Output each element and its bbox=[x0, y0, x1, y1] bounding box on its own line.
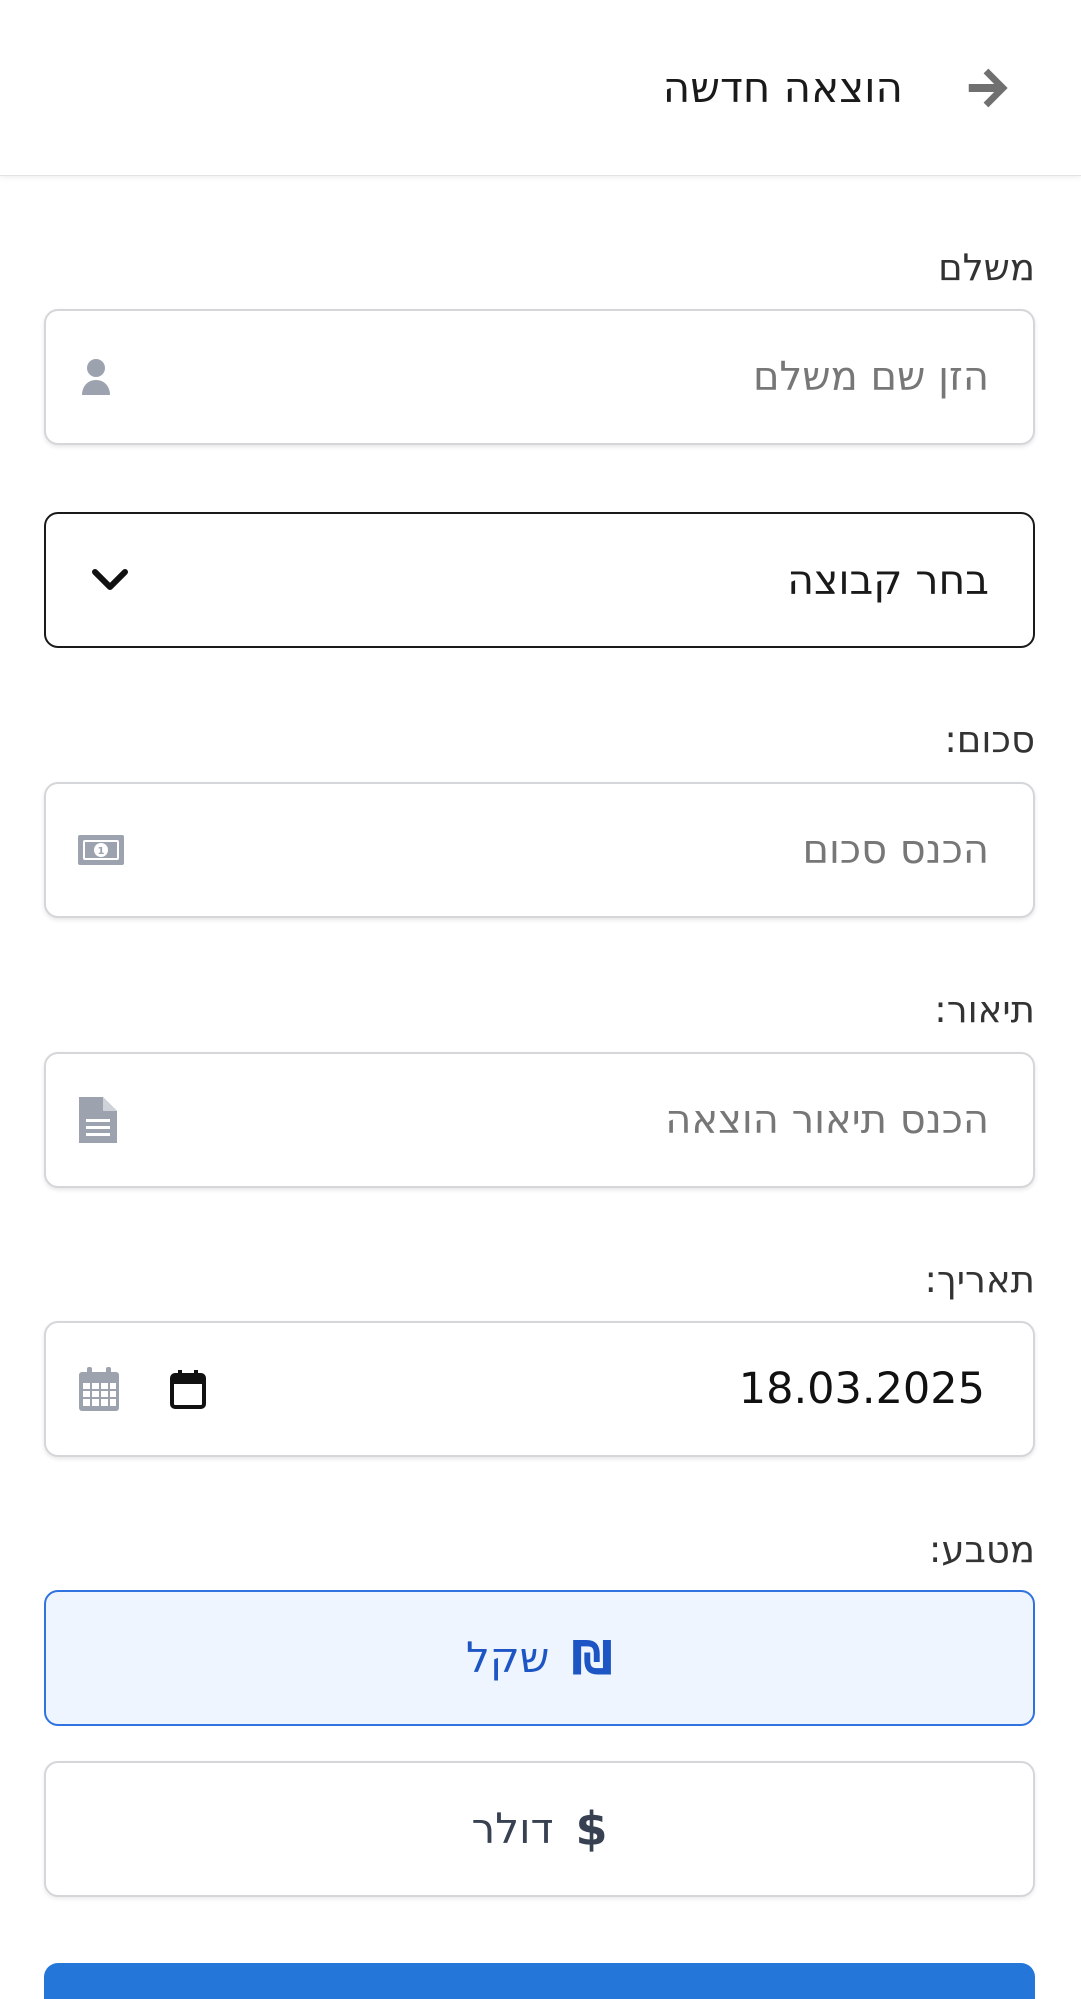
description-field[interactable] bbox=[44, 1052, 1035, 1188]
group-select-value: בחר קבוצה bbox=[787, 556, 989, 604]
shekel-icon: ₪ bbox=[571, 1631, 614, 1685]
new-expense-page: הוצאה חדשה משלם בחר קבוצה סכום: bbox=[0, 0, 1081, 1999]
payer-label: משלם bbox=[938, 246, 1035, 289]
user-icon bbox=[76, 311, 116, 443]
dollar-icon: $ bbox=[575, 1802, 608, 1856]
currency-label: מטבע: bbox=[928, 1528, 1035, 1571]
currency-option-label: שקל bbox=[465, 1633, 550, 1682]
submit-button[interactable] bbox=[44, 1963, 1035, 1999]
currency-option-label: דולר bbox=[471, 1804, 554, 1853]
date-label: תאריך: bbox=[924, 1258, 1035, 1301]
amount-label: סכום: bbox=[944, 718, 1035, 761]
calendar-icon bbox=[76, 1323, 122, 1455]
date-field[interactable]: 18.03.2025 bbox=[44, 1321, 1035, 1457]
file-icon bbox=[78, 1054, 118, 1186]
group-select[interactable]: בחר קבוצה bbox=[44, 512, 1035, 648]
chevron-down-icon bbox=[90, 514, 130, 646]
arrow-right-icon bbox=[968, 68, 1008, 108]
amount-input[interactable] bbox=[196, 784, 989, 916]
calendar-picker-icon[interactable] bbox=[166, 1323, 210, 1455]
currency-option-shekel[interactable]: ₪ שקל bbox=[44, 1590, 1035, 1726]
description-label: תיאור: bbox=[934, 988, 1035, 1031]
app-header: הוצאה חדשה bbox=[0, 0, 1081, 176]
page-title: הוצאה חדשה bbox=[662, 63, 903, 112]
svg-text:1: 1 bbox=[98, 846, 105, 857]
amount-field[interactable]: 1 bbox=[44, 782, 1035, 918]
description-input[interactable] bbox=[196, 1054, 989, 1186]
currency-option-dollar[interactable]: $ דולר bbox=[44, 1761, 1035, 1897]
back-button[interactable] bbox=[959, 58, 1019, 118]
money-bill-icon: 1 bbox=[76, 784, 126, 916]
payer-input[interactable] bbox=[196, 311, 989, 443]
payer-field[interactable] bbox=[44, 309, 1035, 445]
date-value: 18.03.2025 bbox=[738, 1364, 985, 1414]
